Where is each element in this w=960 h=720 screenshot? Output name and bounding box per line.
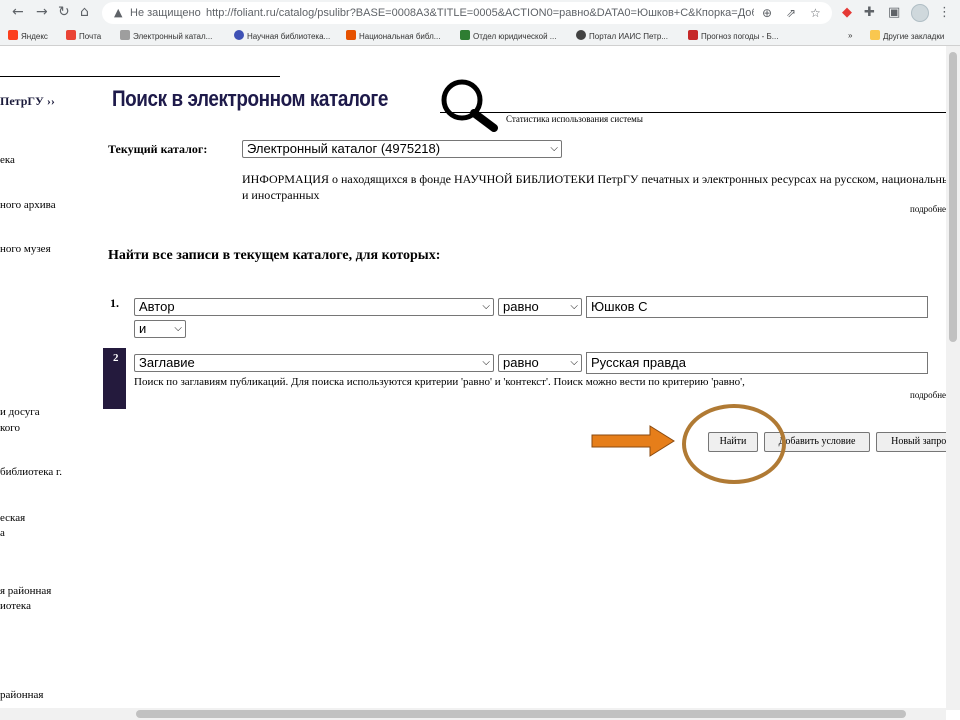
zoom-icon[interactable]: ⊕ — [762, 2, 772, 24]
bookmark-item[interactable]: Научная библиотека... — [234, 30, 330, 44]
bookmark-item[interactable]: Яндекс — [8, 30, 48, 44]
page-icon — [120, 30, 130, 40]
chevron-down-icon: ⌵ — [482, 357, 490, 368]
magnifier-icon — [441, 79, 498, 132]
browser-toolbar: ← → ↻ ⌂ ▲ Не защищено http://foliant.ru/… — [0, 0, 960, 26]
reload-icon[interactable]: ↻ — [58, 3, 70, 21]
scrollbar-thumb[interactable] — [949, 52, 957, 342]
catalog-info: ИНФОРМАЦИЯ о находящихся в фонде НАУЧНОЙ… — [242, 172, 946, 202]
globe-icon — [234, 30, 244, 40]
security-label: Не защищено — [130, 7, 201, 19]
star-icon[interactable]: ☆ — [810, 2, 821, 24]
field-hint: Поиск по заглавиям публикаций. Для поиск… — [134, 376, 745, 388]
sidebar-item[interactable]: кого — [0, 421, 20, 435]
sidebar-item[interactable]: и досуга — [0, 405, 40, 419]
sidebar-item[interactable]: ного музея — [0, 242, 51, 256]
divider — [0, 76, 280, 77]
forward-icon[interactable]: → — [36, 3, 48, 21]
page-viewport: ПетрГУ ›› ека ного архива ного музея и д… — [0, 46, 946, 710]
home-icon[interactable]: ⌂ — [80, 3, 89, 21]
sidebar-item[interactable]: районная — [0, 688, 43, 702]
chevron-down-icon: ⌵ — [174, 323, 182, 334]
library-icon — [346, 30, 356, 40]
mail-icon — [66, 30, 76, 40]
chevron-down-icon: ⌵ — [550, 143, 558, 154]
search-value-input[interactable]: Русская правда — [586, 352, 928, 374]
condition-select[interactable]: равно ⌵ — [498, 298, 582, 316]
new-query-button[interactable]: Новый запрос — [876, 432, 946, 452]
sidepanel-icon[interactable]: ▣ — [888, 4, 900, 22]
catalog-select[interactable]: Электронный каталог (4975218) ⌵ — [242, 140, 562, 158]
bookmark-item[interactable]: Портал ИАИС Петр... — [576, 30, 668, 44]
field-select[interactable]: Автор ⌵ — [134, 298, 494, 316]
warning-icon: ▲ — [114, 6, 123, 19]
bookmark-item[interactable]: Отдел юридической ... — [460, 30, 556, 44]
catalog-more-link[interactable]: подробнее — [910, 204, 946, 214]
condition-select[interactable]: равно ⌵ — [498, 354, 582, 372]
chevron-down-icon: ⌵ — [570, 301, 578, 312]
divider — [440, 112, 946, 113]
address-bar[interactable]: ▲ Не защищено http://foliant.ru/catalog/… — [102, 2, 832, 24]
hint-more-link[interactable]: подробнее — [910, 390, 946, 400]
profile-avatar[interactable] — [911, 4, 929, 22]
sidebar-item[interactable]: иотека — [0, 599, 31, 613]
more-bookmarks[interactable]: » — [848, 30, 852, 44]
sidebar-item[interactable]: ека — [0, 153, 15, 167]
page-title: Поиск в электронном каталоге — [112, 86, 388, 111]
chevron-down-icon: ⌵ — [570, 357, 578, 368]
folder-icon — [870, 30, 880, 40]
menu-icon[interactable]: ⋮ — [938, 4, 951, 22]
puzzle-icon[interactable]: ✚ — [864, 4, 875, 22]
other-bookmarks[interactable]: Другие закладки — [870, 30, 944, 44]
catalog-label: Текущий каталог: — [108, 142, 208, 156]
gear-icon — [576, 30, 586, 40]
bookmark-item[interactable]: Почта — [66, 30, 101, 44]
row-number: 1. — [110, 296, 119, 310]
sidebar-item[interactable]: библиотека г. — [0, 465, 62, 479]
extension-icon[interactable]: ◆ — [842, 4, 852, 22]
highlight-circle-annotation — [682, 404, 786, 484]
url-text[interactable]: http://foliant.ru/catalog/psulibr?BASE=0… — [206, 2, 754, 24]
horizontal-scrollbar[interactable] — [0, 708, 946, 720]
logic-select[interactable]: и ⌵ — [134, 320, 186, 338]
yandex-icon — [8, 30, 18, 40]
sidebar-item[interactable]: ного архива — [0, 198, 56, 212]
search-heading: Найти все записи в текущем каталоге, для… — [108, 248, 441, 263]
sidebar-item[interactable]: я районная — [0, 584, 51, 598]
back-icon[interactable]: ← — [12, 3, 24, 21]
scrollbar-thumb[interactable] — [136, 710, 906, 718]
arrow-annotation-icon — [591, 425, 675, 457]
bookmark-item[interactable]: Национальная библ... — [346, 30, 440, 44]
stats-link[interactable]: Статистика использования системы — [506, 114, 643, 124]
field-select[interactable]: Заглавие ⌵ — [134, 354, 494, 372]
search-value-input[interactable]: Юшков С — [586, 296, 928, 318]
row-number: 2 — [113, 352, 119, 364]
bookmark-item[interactable]: Электронный катал... — [120, 30, 212, 44]
chevron-down-icon: ⌵ — [482, 301, 490, 312]
sidebar-item[interactable]: еская — [0, 511, 25, 525]
bookmark-item[interactable]: Прогноз погоды - Б... — [688, 30, 778, 44]
vertical-scrollbar[interactable] — [946, 46, 960, 710]
sidebar-title[interactable]: ПетрГУ ›› — [0, 94, 55, 109]
shield-icon — [460, 30, 470, 40]
share-icon[interactable]: ⇗ — [786, 2, 796, 24]
weather-icon — [688, 30, 698, 40]
sidebar-item[interactable]: а — [0, 526, 5, 540]
